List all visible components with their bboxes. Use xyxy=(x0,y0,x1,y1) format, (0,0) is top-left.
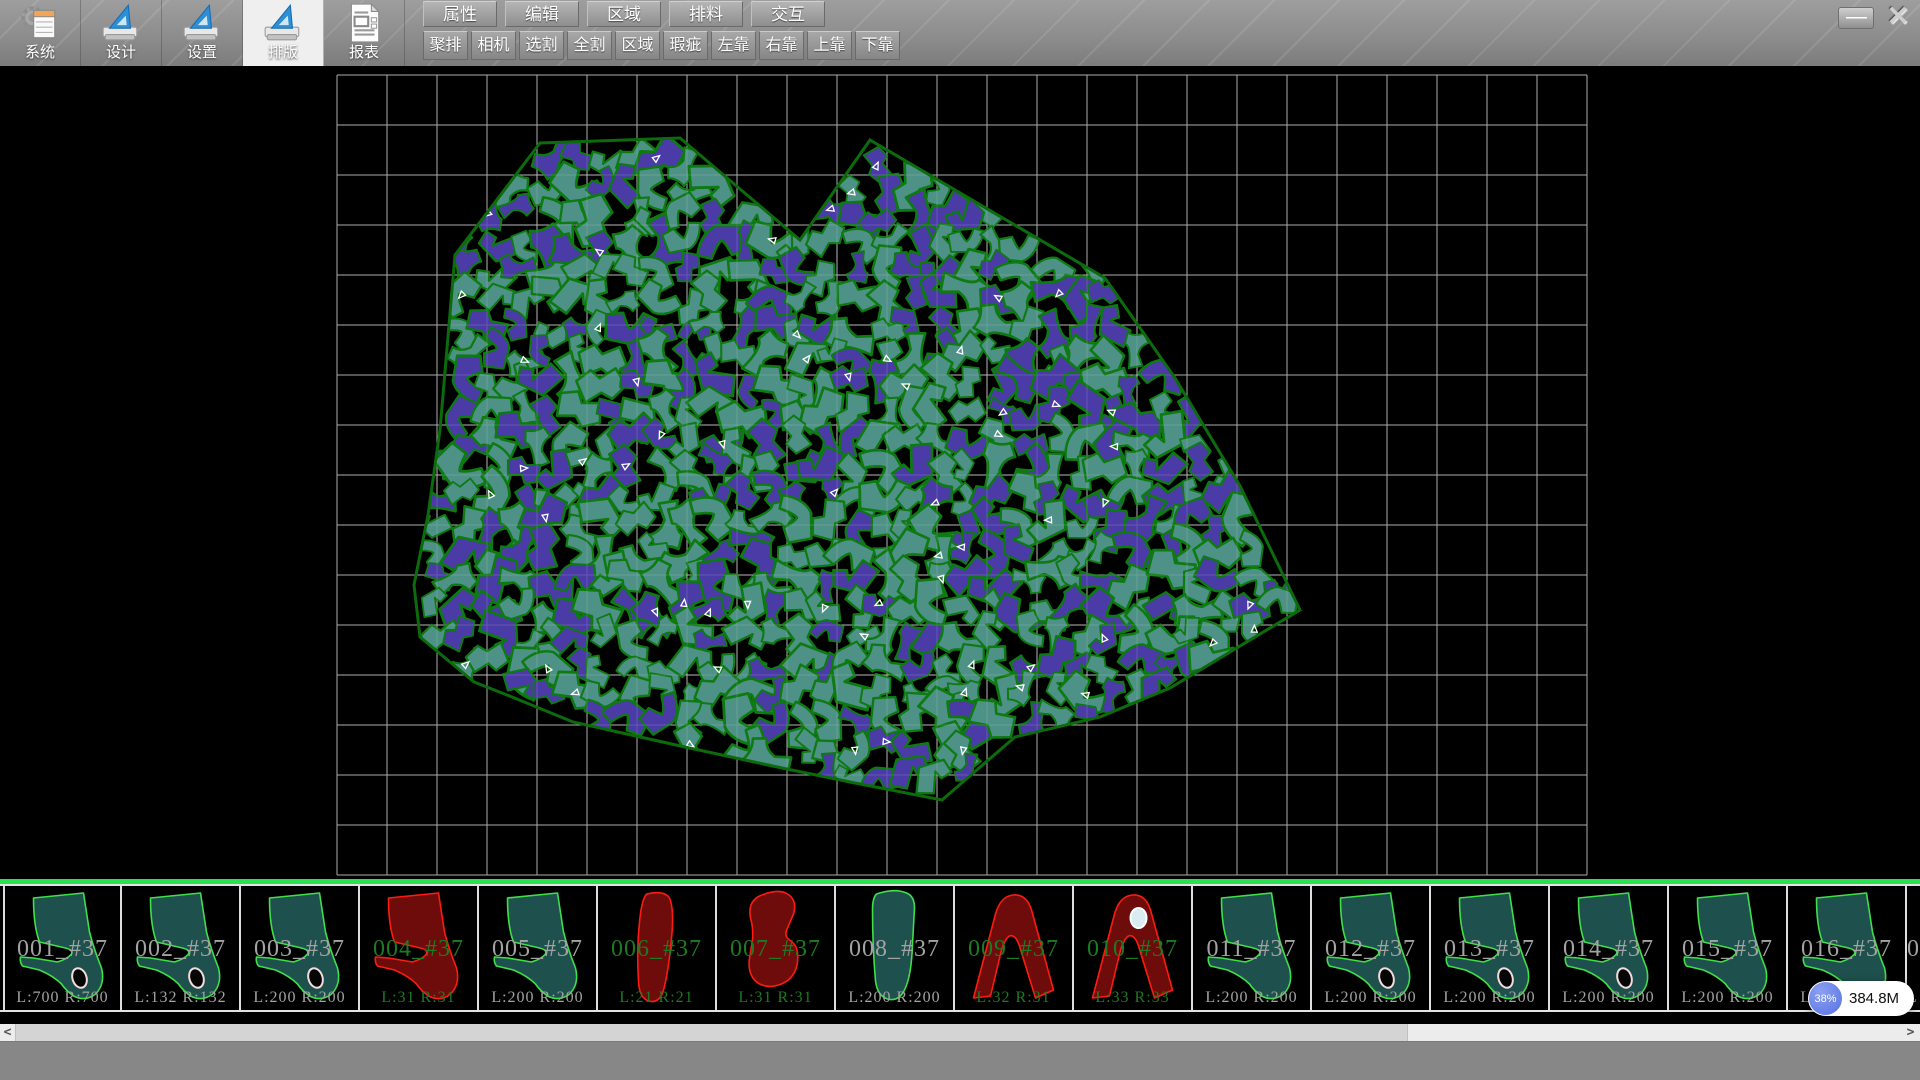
piece-lr-count: L:31 R:31 xyxy=(717,989,834,1007)
layout-ruler-icon xyxy=(261,2,305,44)
thumbnail-cell-5[interactable]: 005_#37 L:200 R:200 xyxy=(479,886,598,1010)
piece-id-label: 007_#37 xyxy=(717,936,834,963)
piece-lr-count: L:200 R:200 xyxy=(1431,989,1548,1007)
thumbnail-cell-1[interactable]: 001_#37 L:700 R:700 xyxy=(3,886,122,1010)
piece-lr-count: L:132 R:132 xyxy=(122,989,239,1007)
tool-button-7[interactable]: 右靠 xyxy=(759,31,804,60)
app-button-label: 设置 xyxy=(187,44,217,62)
piece-lr-count: L:200 R:200 xyxy=(1550,989,1667,1007)
app-button-design[interactable]: 设计 xyxy=(81,0,162,66)
thumbnail-cell-2[interactable]: 002_#37 L:132 R:132 xyxy=(122,886,241,1010)
app-button-layout-active[interactable]: 排版 xyxy=(243,0,324,66)
piece-thumbnail-strip: 001_#37L:700 R:700002_#37L:132 R:132003_… xyxy=(0,884,1920,1012)
tool-button-9[interactable]: 下靠 xyxy=(855,31,900,60)
piece-id-label: 008_#37 xyxy=(836,936,953,963)
thumbnail-cell-3[interactable]: 003_#37 L:200 R:200 xyxy=(241,886,360,1010)
piece-id-label: 002_#37 xyxy=(122,936,239,963)
piece-id-label: 014_#37 xyxy=(1550,936,1667,963)
piece-id-label: 005_#37 xyxy=(479,936,596,963)
piece-lr-count: L:200 R:200 xyxy=(1193,989,1310,1007)
progress-badge: 38% 384.8M xyxy=(1808,981,1914,1016)
thumbnail-cell-14[interactable]: 014_#37 L:200 R:200 xyxy=(1550,886,1669,1010)
piece-lr-count: L:200 R:200 xyxy=(1669,989,1786,1007)
piece-id-label: 013_#37 xyxy=(1431,936,1548,963)
piece-id-label: 011_#37 xyxy=(1193,936,1310,963)
thumbnail-cell-9[interactable]: 009_#37 L:32 R:31 xyxy=(955,886,1074,1010)
scroll-left-arrow-icon[interactable]: < xyxy=(0,1024,15,1041)
scroll-right-arrow-icon[interactable]: > xyxy=(1903,1024,1918,1041)
application-window: 系统 设计 xyxy=(0,0,1920,1080)
progress-percent-circle: 38% xyxy=(1809,982,1842,1015)
thumbnail-cell-13[interactable]: 013_#37 L:200 R:200 xyxy=(1431,886,1550,1010)
app-button-label: 系统 xyxy=(25,44,55,62)
thumbnail-cell-4[interactable]: 004_#37 L:31 R:31 xyxy=(360,886,479,1010)
piece-lr-count: L:31 R:31 xyxy=(360,989,477,1007)
thumbnail-cell-8[interactable]: 008_#37 L:200 R:200 xyxy=(836,886,955,1010)
piece-lr-count: L:200 R:200 xyxy=(241,989,358,1007)
piece-lr-count: L:33 R:33 xyxy=(1074,989,1191,1007)
thumbnail-cell-10[interactable]: 010_#37 L:33 R:33 xyxy=(1074,886,1193,1010)
piece-id-label: 001_#37 xyxy=(5,936,120,963)
tool-button-8[interactable]: 上靠 xyxy=(807,31,852,60)
tool-button-1[interactable]: 相机 xyxy=(471,31,516,60)
tool-button-5[interactable]: 瑕疵 xyxy=(663,31,708,60)
horizontal-scrollbar[interactable]: < > xyxy=(0,1024,1920,1041)
thumbnail-cell-7[interactable]: 007_#37 L:31 R:31 xyxy=(717,886,836,1010)
thumbnail-cell-12[interactable]: 012_#37 L:200 R:200 xyxy=(1312,886,1431,1010)
piece-id-label: 003_#37 xyxy=(241,936,358,963)
piece-id-label: 004_#37 xyxy=(360,936,477,963)
menu-tab-3[interactable]: 排料 xyxy=(669,1,743,27)
nesting-canvas[interactable] xyxy=(0,66,1920,879)
piece-lr-count: L:200 R:200 xyxy=(479,989,596,1007)
window-controls: — ✕ xyxy=(1838,2,1916,30)
toolbar: 系统 设计 xyxy=(0,0,1920,66)
thumbnail-cell-11[interactable]: 011_#37 L:200 R:200 xyxy=(1193,886,1312,1010)
thumbnail-cell-15[interactable]: 015_#37 L:200 R:200 xyxy=(1669,886,1788,1010)
menu-area: 属性编辑区域排料交互 聚排相机选割全割区域瑕疵左靠右靠上靠下靠 xyxy=(423,0,900,60)
piece-id-label: 009_#37 xyxy=(955,936,1072,963)
tool-button-3[interactable]: 全割 xyxy=(567,31,612,60)
menu-tab-4[interactable]: 交互 xyxy=(751,1,825,27)
piece-id-label: 015_#37 xyxy=(1669,936,1786,963)
app-button-label: 设计 xyxy=(106,44,136,62)
report-icon xyxy=(342,2,386,44)
tool-button-row: 聚排相机选割全割区域瑕疵左靠右靠上靠下靠 xyxy=(423,31,900,60)
menu-tab-0[interactable]: 属性 xyxy=(423,1,497,27)
menu-tab-2[interactable]: 区域 xyxy=(587,1,661,27)
piece-lr-count: L:32 R:31 xyxy=(955,989,1072,1007)
menu-tab-row: 属性编辑区域排料交互 xyxy=(423,1,900,27)
settings-ruler-icon xyxy=(180,2,224,44)
piece-id-label: 006_#37 xyxy=(598,936,715,963)
piece-lr-count: L:21 R:21 xyxy=(598,989,715,1007)
piece-id-label: 0 xyxy=(1907,936,1918,963)
piece-lr-count: L:200 R:200 xyxy=(1312,989,1429,1007)
status-bar xyxy=(0,1041,1920,1080)
scrollbar-thumb[interactable] xyxy=(15,1024,1408,1041)
close-button[interactable]: ✕ xyxy=(1880,2,1916,30)
piece-id-label: 010_#37 xyxy=(1074,936,1191,963)
tool-button-6[interactable]: 左靠 xyxy=(711,31,756,60)
piece-id-label: 016_#37 xyxy=(1788,936,1905,963)
menu-tab-1[interactable]: 编辑 xyxy=(505,1,579,27)
app-button-label: 报表 xyxy=(349,44,379,62)
minimize-icon: — xyxy=(1846,13,1867,23)
app-button-label: 排版 xyxy=(268,44,298,62)
tool-button-0[interactable]: 聚排 xyxy=(423,31,468,60)
tool-button-4[interactable]: 区域 xyxy=(615,31,660,60)
app-button-row: 系统 设计 xyxy=(0,0,405,66)
app-button-report[interactable]: 报表 xyxy=(324,0,405,66)
design-ruler-icon xyxy=(99,2,143,44)
thumbnail-cell-6[interactable]: 006_#37 L:21 R:21 xyxy=(598,886,717,1010)
app-button-settings[interactable]: 设置 xyxy=(162,0,243,66)
tool-button-2[interactable]: 选割 xyxy=(519,31,564,60)
minimize-button[interactable]: — xyxy=(1838,7,1874,29)
piece-lr-count: L:200 R:200 xyxy=(836,989,953,1007)
piece-lr-count: L:700 R:700 xyxy=(5,989,120,1007)
app-button-system[interactable]: 系统 xyxy=(0,0,81,66)
piece-id-label: 012_#37 xyxy=(1312,936,1429,963)
memory-usage-value: 384.8M xyxy=(1849,990,1899,1007)
system-icon xyxy=(18,2,62,44)
